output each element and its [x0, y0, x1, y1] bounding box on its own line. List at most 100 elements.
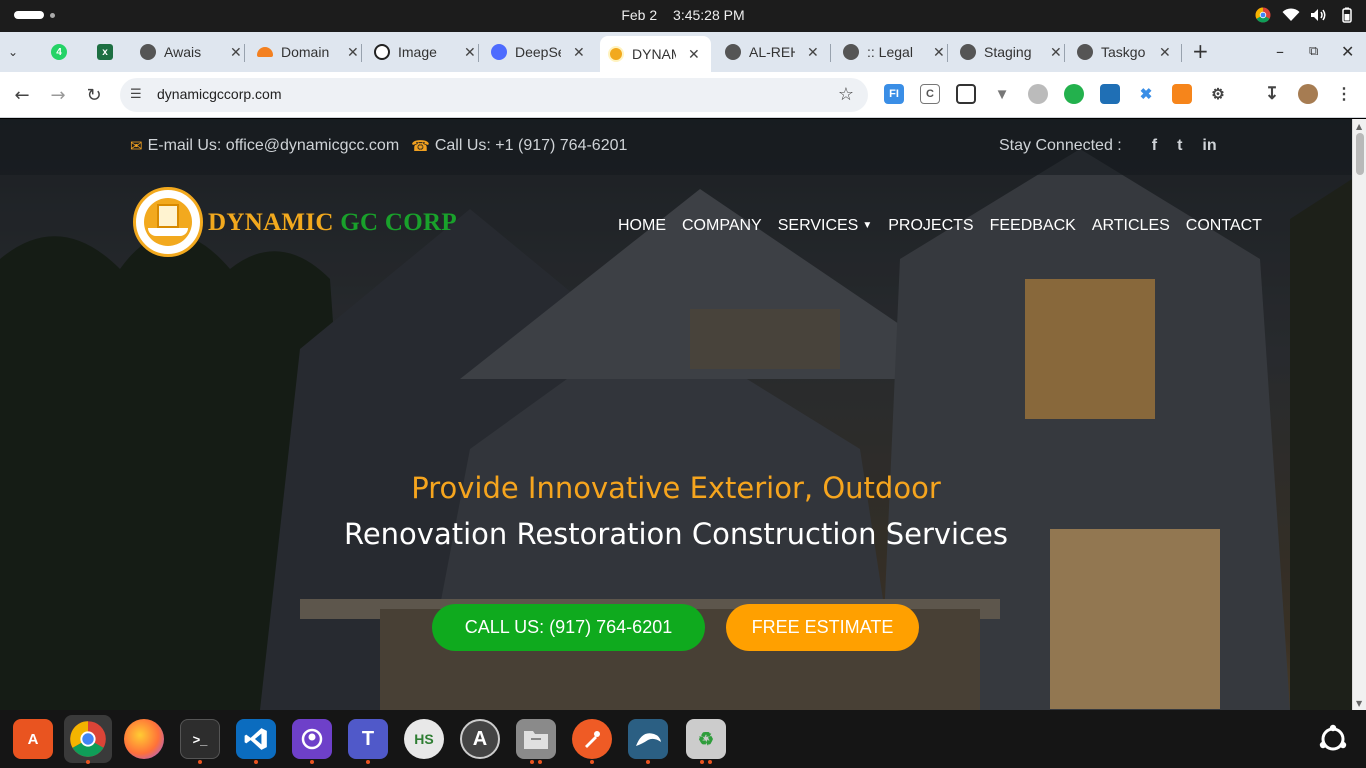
chrome-tray-icon[interactable]: [1254, 6, 1272, 24]
tab-awais[interactable]: Awais ✕: [140, 36, 242, 68]
close-icon[interactable]: ✕: [573, 44, 585, 61]
close-icon[interactable]: ✕: [807, 44, 819, 61]
extensions-puzzle-icon[interactable]: ⚙: [1208, 84, 1228, 104]
extension-c-icon[interactable]: C: [920, 84, 940, 104]
tab-separator: [1181, 44, 1182, 62]
firefox-icon[interactable]: [124, 719, 164, 759]
minimize-icon[interactable]: –: [1276, 42, 1284, 61]
metamask-icon[interactable]: [1172, 84, 1192, 104]
call-us-button[interactable]: CALL US: (917) 764-6201: [432, 604, 705, 651]
download-icon[interactable]: ↧: [1262, 84, 1282, 104]
tab-legal[interactable]: :: Legal ✕: [843, 36, 945, 68]
close-icon[interactable]: ✕: [1159, 44, 1171, 61]
files-icon[interactable]: [516, 719, 556, 759]
phone-link[interactable]: ☎ Call Us: +1 (917) 764-6201: [411, 137, 627, 155]
close-icon[interactable]: ✕: [347, 44, 359, 61]
chrome-icon[interactable]: [64, 715, 112, 763]
wifi-icon[interactable]: [1282, 6, 1300, 24]
scroll-up-icon[interactable]: ▲: [1356, 122, 1362, 131]
tab-domain[interactable]: Domain ✕: [257, 36, 359, 68]
menu-kebab-icon[interactable]: ⋮: [1334, 84, 1354, 104]
picture-in-picture-icon[interactable]: [956, 84, 976, 104]
volume-icon[interactable]: [1310, 6, 1328, 24]
url-text[interactable]: dynamicgccorp.com: [157, 86, 282, 102]
site-logo[interactable]: [133, 187, 203, 257]
reload-icon[interactable]: ↻: [83, 84, 105, 106]
free-estimate-button[interactable]: FREE ESTIMATE: [726, 604, 919, 651]
brand-gc-corp: GC CORP: [340, 209, 457, 236]
page-scrollbar[interactable]: ▲ ▼: [1352, 119, 1366, 710]
nav-home[interactable]: HOME: [618, 217, 666, 235]
nav-articles[interactable]: ARTICLES: [1092, 217, 1170, 235]
close-icon[interactable]: ✕: [1050, 44, 1062, 61]
tab-whatsapp[interactable]: 4: [51, 36, 75, 68]
linkedin-icon[interactable]: in: [1202, 137, 1216, 155]
screen-capture-icon[interactable]: [1100, 84, 1120, 104]
tab-title: DeepSeek: [515, 44, 561, 60]
vuetify-icon[interactable]: ▼: [992, 84, 1012, 104]
close-window-icon[interactable]: ✕: [1341, 42, 1354, 61]
terminal-icon[interactable]: >_: [180, 719, 220, 759]
trash-icon[interactable]: ♻: [686, 719, 726, 759]
running-indicator: [708, 760, 712, 764]
profile-avatar[interactable]: [1298, 84, 1318, 104]
brand-name[interactable]: DYNAMIC GC CORP: [208, 209, 457, 237]
back-arrow-icon[interactable]: ←: [11, 84, 33, 106]
clock[interactable]: Feb 2 3:45:28 PM: [0, 7, 1366, 23]
logo-building-icon: [157, 204, 179, 228]
software-updater-icon[interactable]: A: [460, 719, 500, 759]
scroll-down-icon[interactable]: ▼: [1356, 699, 1362, 708]
bookmark-star-icon[interactable]: ☆: [838, 84, 854, 105]
show-apps-icon[interactable]: [1313, 719, 1353, 759]
hubstaff-icon[interactable]: HS: [404, 719, 444, 759]
tab-al-reh[interactable]: AL-REH ✕: [725, 36, 819, 68]
globe-extension-icon[interactable]: [1028, 84, 1048, 104]
postman-icon[interactable]: [572, 719, 612, 759]
vscode-icon[interactable]: [236, 719, 276, 759]
tab-staging[interactable]: Staging ✕: [960, 36, 1062, 68]
running-indicator: [590, 760, 594, 764]
phone-text[interactable]: Call Us: +1 (917) 764-6201: [435, 137, 628, 155]
battery-icon[interactable]: [1338, 6, 1356, 24]
main-navigation: HOME COMPANY SERVICES ▼ PROJECTS FEEDBACK…: [618, 217, 1278, 235]
nav-projects[interactable]: PROJECTS: [888, 217, 973, 235]
restore-icon[interactable]: ⧉: [1309, 44, 1318, 59]
scrollbar-thumb[interactable]: [1356, 133, 1364, 175]
tab-dynamic-active[interactable]: DYNAMIC ✕: [600, 36, 711, 72]
tab-deepseek[interactable]: DeepSeek ✕: [491, 36, 585, 68]
nav-contact[interactable]: CONTACT: [1186, 217, 1262, 235]
email-text[interactable]: E-mail Us: office@dynamicgcc.com: [148, 137, 400, 155]
nav-services-label: SERVICES: [777, 217, 859, 234]
new-tab-button[interactable]: +: [1192, 39, 1209, 63]
close-icon[interactable]: ✕: [230, 44, 242, 61]
forward-arrow-icon[interactable]: →: [47, 84, 69, 106]
address-bar[interactable]: ☰ dynamicgccorp.com ☆: [120, 78, 868, 112]
site-info-icon[interactable]: ☰: [130, 87, 146, 103]
mysql-workbench-icon[interactable]: [628, 719, 668, 759]
system-tray[interactable]: [1254, 6, 1356, 24]
bow-tie-extension-icon[interactable]: ✖: [1136, 84, 1156, 104]
email-link[interactable]: ✉ E-mail Us: office@dynamicgcc.com: [130, 137, 399, 155]
nav-company[interactable]: COMPANY: [682, 217, 762, 235]
nav-services[interactable]: SERVICES ▼: [778, 217, 873, 235]
tab-taskgo[interactable]: Taskgo ✕: [1077, 36, 1171, 68]
running-indicator: [366, 760, 370, 764]
teams-icon[interactable]: T: [348, 719, 388, 759]
nav-feedback[interactable]: FEEDBACK: [990, 217, 1076, 235]
github-desktop-icon[interactable]: [292, 719, 332, 759]
close-icon[interactable]: ✕: [464, 44, 476, 61]
twitter-icon[interactable]: t: [1177, 137, 1182, 155]
tab-image[interactable]: Image ✕: [374, 36, 476, 68]
close-icon[interactable]: ✕: [933, 44, 945, 61]
app-center-icon[interactable]: A: [13, 719, 53, 759]
browser-toolbar: ← → ↻ ☰ dynamicgccorp.com ☆ FI C ▼ ✖ ⚙ ↧…: [0, 72, 1366, 118]
close-icon[interactable]: ✕: [688, 46, 700, 63]
globe-icon: [843, 44, 859, 60]
grammar-extension-icon[interactable]: [1064, 84, 1084, 104]
facebook-icon[interactable]: f: [1152, 137, 1157, 155]
extension-fi-icon[interactable]: FI: [884, 84, 904, 104]
tab-title: DYNAMIC: [632, 46, 676, 62]
tab-excel[interactable]: x: [97, 36, 121, 68]
tab-search-dropdown[interactable]: ⌄: [8, 36, 18, 68]
clock-date: Feb 2: [621, 7, 658, 23]
